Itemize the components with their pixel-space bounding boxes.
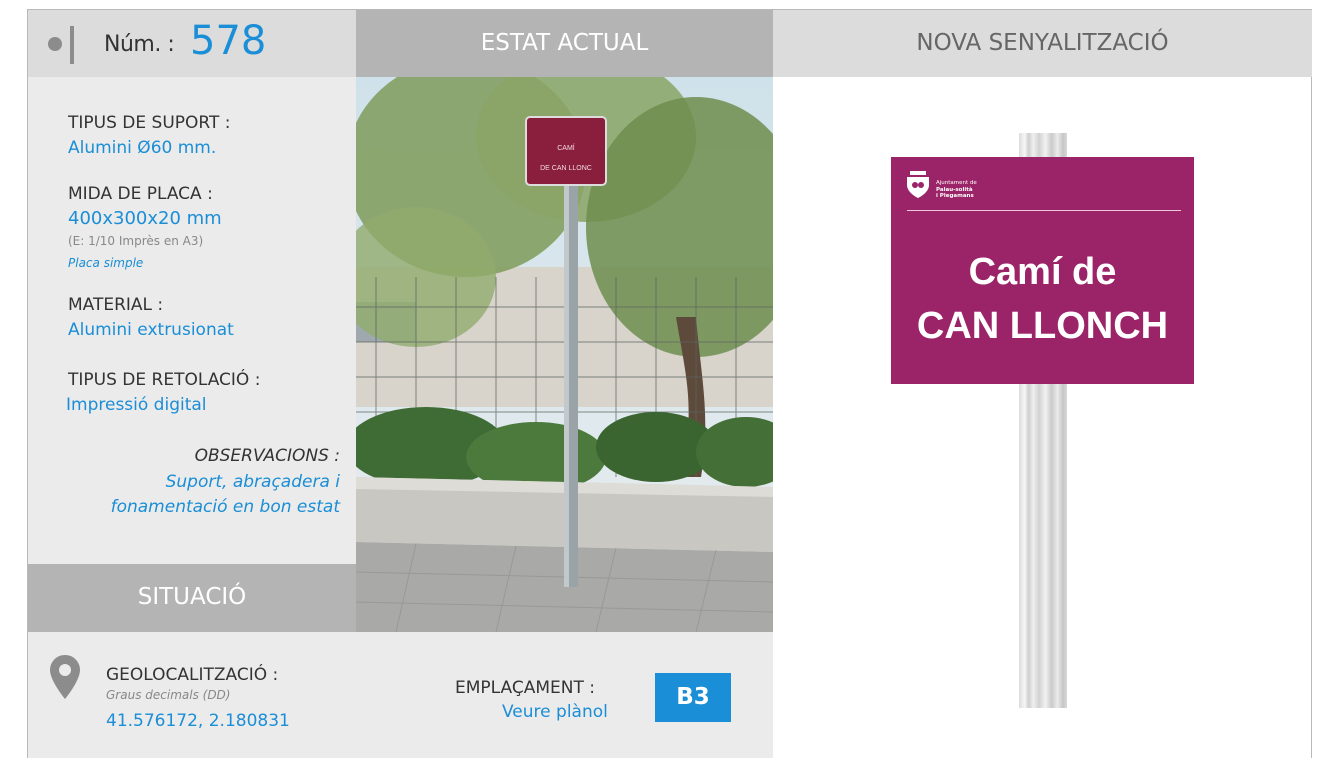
situacio-header: SITUACIÓ [28, 564, 356, 632]
logo-line3: i Plegamans [936, 193, 974, 199]
bullet-dot-icon [48, 37, 62, 51]
nova-senyalitzacio-title: NOVA SENYALITZACIÓ [916, 30, 1169, 56]
sign-line1: Camí de [968, 251, 1117, 293]
emplacament-code-badge: B3 [655, 673, 731, 722]
suport-label: TIPUS DE SUPORT : [68, 113, 231, 133]
emplacament-label: EMPLAÇAMENT : [455, 678, 595, 698]
logo-line1: Ajuntament de [936, 180, 977, 186]
mida-note: (E: 1/10 Imprès en A3) [68, 234, 204, 248]
estat-actual-header: ESTAT ACTUAL [356, 10, 773, 77]
observacions-line1: Suport, abraçadera i [165, 472, 340, 492]
emplacament-value: Veure plànol [502, 702, 608, 722]
retolacio-value: Impressió digital [66, 395, 207, 415]
new-sign-plate: Ajuntament de Palau-solità i Plegamans C… [891, 157, 1194, 384]
retolacio-label: TIPUS DE RETOLACIÓ : [68, 370, 261, 390]
observacions-label: OBSERVACIONS : [194, 446, 340, 466]
town-crest-icon [907, 171, 929, 198]
sign-divider [907, 210, 1181, 211]
map-pin-icon [50, 655, 80, 703]
number-label: Núm. : [104, 32, 175, 57]
estat-actual-title: ESTAT ACTUAL [480, 30, 649, 56]
observacions-block: OBSERVACIONS : Suport, abraçadera i fona… [28, 446, 340, 526]
mida-value: 400x300x20 mm [68, 208, 222, 229]
suport-value: Alumini Ø60 mm. [68, 138, 217, 158]
photo-sign-line1: CAMÍ [557, 143, 575, 152]
mida-type: Placa simple [68, 256, 144, 270]
geolocalitzacio-value: 41.576172, 2.180831 [106, 711, 290, 731]
material-value: Alumini extrusionat [68, 320, 234, 340]
photo-sign-line2: DE CAN LLONC [540, 165, 592, 172]
nova-senyalitzacio-header: NOVA SENYALITZACIÓ [773, 10, 1312, 77]
observacions-line2: fonamentació en bon estat [110, 497, 340, 517]
current-state-photo: CAMÍ DE CAN LLONC [356, 77, 773, 632]
geolocalitzacio-label: GEOLOCALITZACIÓ : [106, 665, 279, 685]
geolocalitzacio-format: Graus decimals (DD) [106, 688, 231, 702]
sign-line2: CAN LLONCH [916, 305, 1169, 347]
number-value: 578 [190, 18, 267, 64]
mida-label: MIDA DE PLACA : [68, 184, 213, 204]
bullet-bar-icon [70, 26, 74, 64]
situacio-title: SITUACIÓ [137, 584, 247, 610]
municipality-logo-text: Ajuntament de Palau-solità i Plegamans [936, 180, 977, 200]
material-label: MATERIAL : [68, 295, 164, 315]
